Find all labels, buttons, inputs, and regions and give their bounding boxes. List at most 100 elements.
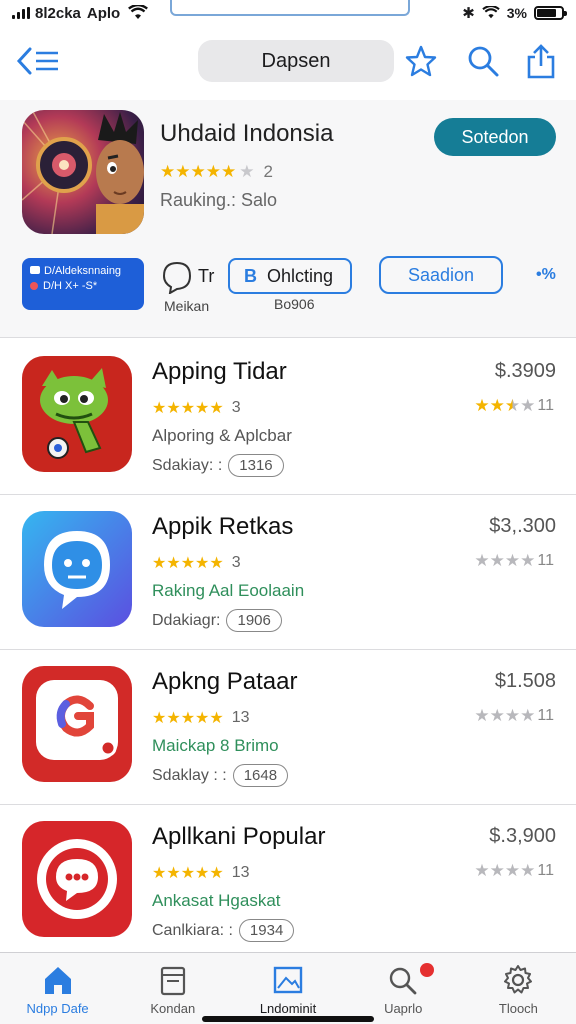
app-meta: Ddakiagr: 1906 <box>152 609 282 632</box>
search-field[interactable]: Dapsen <box>198 40 394 82</box>
star-empty-icon: ★★★★ <box>474 551 536 570</box>
app-name: Apllkani Popular <box>152 823 326 850</box>
tab-label: Lndominit <box>259 1001 317 1016</box>
app-price[interactable]: $3,.300 <box>489 515 556 538</box>
app-icon[interactable] <box>22 666 132 782</box>
app-meta: Canlkiara: : 1934 <box>152 919 295 942</box>
tab-bar: Ndpp Dafe Kondan Lndominit Uaprlo Tlooch <box>0 952 576 1024</box>
hero-character-icon <box>22 110 144 234</box>
app-rating: ★★★★★ 3 <box>152 553 241 573</box>
chip-letter: B <box>244 265 257 286</box>
gear-icon <box>504 965 533 994</box>
meta-label: Ddakiagr: <box>152 611 221 629</box>
meta-label: Sdaklay : : <box>152 766 227 784</box>
app-rating: ★★★★★ 3 <box>152 398 241 418</box>
meta-label: Canlkiara: : <box>152 921 233 939</box>
home-indicator[interactable] <box>202 1016 374 1022</box>
app-icon[interactable] <box>22 356 132 472</box>
chat-bubble-icon <box>22 821 132 937</box>
home-icon <box>44 967 71 994</box>
carrier-label: 8l2cka <box>35 4 81 22</box>
list-item[interactable]: Appik Retkas ★★★★★ 3 Raking Aal Eoolaain … <box>0 495 576 650</box>
search-button[interactable] <box>466 44 500 78</box>
rating-stars-icon: ★★★★★ <box>160 162 237 181</box>
right-rating-count: 11 <box>537 552 554 569</box>
tag-label: Tr <box>198 266 215 286</box>
star-icon <box>405 45 437 77</box>
nav-bar: Dapsen <box>0 30 576 96</box>
notification-badge <box>420 963 434 977</box>
battery-percent: 3% <box>506 5 527 21</box>
app-price[interactable]: $1.508 <box>495 670 556 693</box>
back-list-button[interactable] <box>16 44 66 78</box>
right-rating: ★★★★11 <box>474 551 554 571</box>
app-name: Appik Retkas <box>152 513 294 540</box>
banner-line-2: D/H X+ -S* <box>43 279 98 292</box>
app-list: Apping Tidar ★★★★★ 3 Alporing & Aplcbar S… <box>0 340 576 960</box>
share-icon <box>527 44 555 79</box>
list-item[interactable]: Apllkani Popular ★★★★★ 13 Ankasat Hgaskat… <box>0 805 576 960</box>
orbiting-chip[interactable]: B Ohlcting <box>228 258 352 294</box>
archive-icon <box>160 966 185 996</box>
app-price[interactable]: $.3909 <box>495 360 556 383</box>
address-pill[interactable] <box>170 0 410 16</box>
bluetooth-icon: ✱ <box>462 5 475 22</box>
app-subtitle: Alporing & Aplcbar <box>152 426 292 445</box>
right-rating-count: 11 <box>537 397 554 414</box>
tab-label: Ndpp Dafe <box>26 1001 89 1016</box>
image-icon <box>273 966 303 994</box>
featured-app-icon[interactable] <box>22 110 144 234</box>
more-indicator[interactable]: •% <box>536 266 556 284</box>
wifi-icon-right <box>482 6 500 19</box>
featured-rating-count: 2 <box>263 162 273 181</box>
app-subtitle: Ankasat Hgaskat <box>152 891 281 910</box>
right-rating: ★★★★11 <box>474 396 554 416</box>
chip-caption: Bo906 <box>274 296 315 312</box>
star-filled-icon: ★★ <box>474 396 505 415</box>
status-right: ✱ 3% <box>462 4 567 22</box>
featured-action-button[interactable]: Sotedon <box>434 118 556 156</box>
wifi-icon <box>128 5 149 19</box>
app-subtitle: Maickap 8 Brimo <box>152 736 279 755</box>
rating-stars-icon: ★★★★★ <box>152 865 224 882</box>
rating-count: 3 <box>231 399 241 416</box>
tab-home[interactable]: Ndpp Dafe <box>0 953 115 1024</box>
banner-line-1: D/Aldeksnnaing <box>30 264 136 279</box>
app-name: Apkng Pataar <box>152 668 298 695</box>
app-icon[interactable] <box>22 821 132 937</box>
tab-archive[interactable]: Kondan <box>115 953 230 1024</box>
tab-settings[interactable]: Tlooch <box>461 953 576 1024</box>
app-price[interactable]: $.3,900 <box>489 825 556 848</box>
chip-label: Ohlcting <box>267 265 334 286</box>
tab-label: Tlooch <box>498 1001 538 1016</box>
star-empty-icon: ★ <box>520 396 536 415</box>
tab-image[interactable]: Lndominit <box>230 953 345 1024</box>
featured-title: Uhdaid Indonsia <box>160 120 334 147</box>
star-empty-icon: ★★★★ <box>474 861 536 880</box>
signal-icon <box>12 7 30 19</box>
right-rating-count: 11 <box>537 862 554 879</box>
list-item[interactable]: Apkng Pataar ★★★★★ 13 Maickap 8 Brimo Sda… <box>0 650 576 805</box>
star-empty-icon: ★★★★ <box>474 706 536 725</box>
green-creature-icon <box>22 356 132 472</box>
banner-dot-icon <box>30 281 38 290</box>
app-icon[interactable] <box>22 511 132 627</box>
meta-pill: 1648 <box>232 764 289 787</box>
favorite-button[interactable] <box>404 44 438 78</box>
rating-stars-icon: ★★★★★ <box>152 400 224 417</box>
tab-label: Uaprlo <box>384 1001 423 1016</box>
promo-banner[interactable]: D/Aldeksnnaing D/H X+ -S* <box>22 258 144 310</box>
app-rating: ★★★★★ 13 <box>152 708 250 728</box>
secondary-button[interactable]: Saadion <box>379 256 503 294</box>
right-rating-count: 11 <box>537 707 554 724</box>
rating-count: 3 <box>231 554 241 571</box>
tag-bubble-icon <box>162 261 192 294</box>
back-list-icon <box>16 47 58 75</box>
app-subtitle: Raking Aal Eoolaain <box>152 581 305 600</box>
list-item[interactable]: Apping Tidar ★★★★★ 3 Alporing & Aplcbar S… <box>0 340 576 495</box>
tab-search[interactable]: Uaprlo <box>346 953 461 1024</box>
tag-caption: Meikan <box>164 298 210 314</box>
share-button[interactable] <box>524 44 558 79</box>
search-badge-icon <box>390 967 417 995</box>
rating-count: 13 <box>231 864 250 881</box>
